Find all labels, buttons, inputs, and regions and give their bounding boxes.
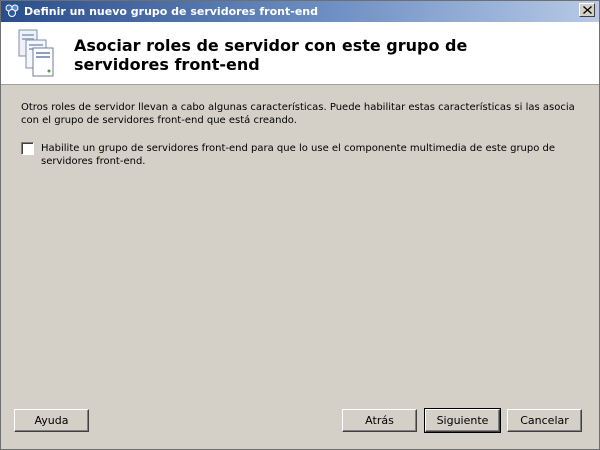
close-icon bbox=[583, 6, 592, 14]
wizard-header: Asociar roles de servidor con este grupo… bbox=[1, 22, 599, 85]
page-heading: Asociar roles de servidor con este grupo… bbox=[74, 36, 468, 74]
description-text: Otros roles de servidor llevan a cabo al… bbox=[21, 102, 575, 126]
app-icon bbox=[4, 3, 20, 19]
window-title: Definir un nuevo grupo de servidores fro… bbox=[24, 5, 318, 18]
close-button[interactable] bbox=[579, 3, 595, 17]
next-button[interactable]: Siguiente bbox=[424, 408, 501, 433]
server-icon bbox=[15, 28, 55, 78]
multimedia-checkbox-label[interactable]: Habilite un grupo de servidores front-en… bbox=[41, 142, 586, 168]
back-button[interactable]: Atrás bbox=[342, 409, 417, 432]
wizard-dialog: Definir un nuevo grupo de servidores fro… bbox=[0, 0, 600, 450]
multimedia-checkbox[interactable] bbox=[21, 142, 34, 155]
title-bar: Definir un nuevo grupo de servidores fro… bbox=[1, 1, 599, 22]
cancel-button[interactable]: Cancelar bbox=[507, 409, 582, 432]
help-button[interactable]: Ayuda bbox=[14, 409, 89, 432]
